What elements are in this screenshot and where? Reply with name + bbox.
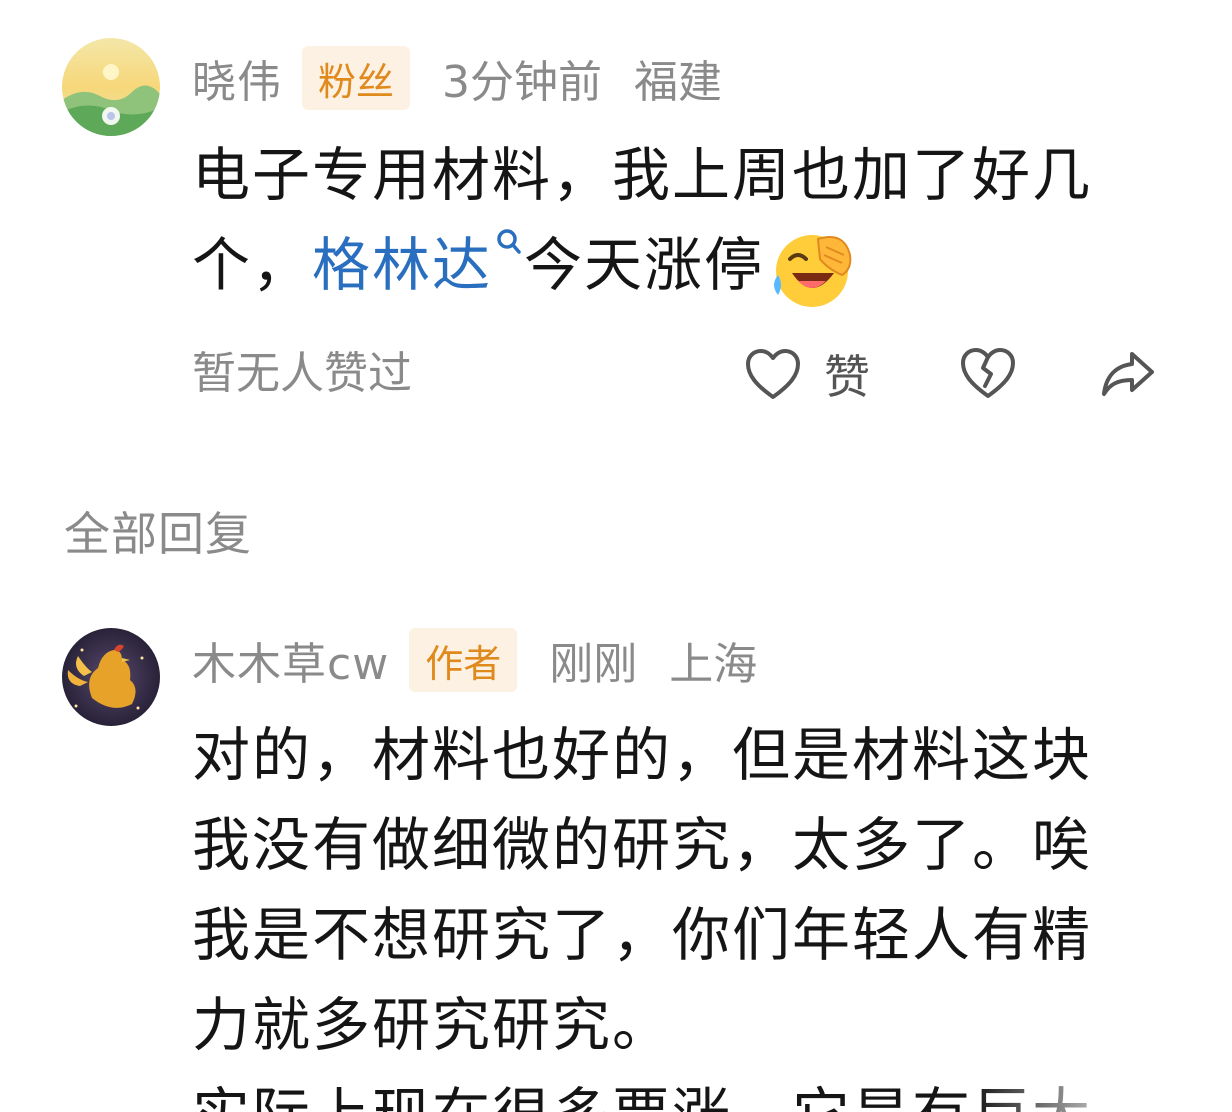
share-button[interactable] (1098, 344, 1158, 404)
reply-line: 我是不想研究了，你们年轻人有精 (192, 901, 1093, 969)
comment-line-2: 个，格林达 今天涨停 (192, 220, 1152, 313)
stock-link[interactable]: 格林达 (312, 231, 492, 299)
comment-line-2-suffix: 今天涨停 (524, 231, 765, 299)
like-label: 赞 (824, 350, 870, 404)
avatar[interactable] (62, 38, 160, 136)
comment-line-1: 电子专用材料，我上周也加了好几 (192, 141, 1093, 209)
text-fade-overlay (972, 1040, 1232, 1112)
dislike-button[interactable] (958, 344, 1018, 404)
comment-username[interactable]: 晓伟 (192, 46, 282, 110)
broken-heart-icon (961, 348, 1015, 398)
all-replies-title: 全部回复 (64, 507, 252, 561)
share-arrow-icon (1102, 352, 1154, 396)
no-likes-text: 暂无人赞过 (192, 348, 412, 399)
search-icon[interactable] (494, 225, 524, 265)
author-badge: 作者 (409, 628, 518, 692)
landscape-avatar-image (62, 38, 160, 136)
reply-username[interactable]: 木木草cw (192, 628, 389, 692)
comment-actions: 暂无人赞过 赞 (192, 344, 1162, 404)
reply-location: 上海 (669, 639, 758, 690)
comment-line-2-prefix: 个， (192, 231, 313, 299)
reply-avatar[interactable] (62, 628, 160, 726)
rooster-avatar-image (62, 628, 160, 726)
comment-location: 福建 (634, 57, 723, 108)
fan-badge: 粉丝 (302, 46, 411, 110)
reply-header: 木木草cw 作者 刚刚 上海 (192, 628, 757, 692)
comment-time: 3分钟前 (442, 57, 603, 108)
comment-header: 晓伟 粉丝 3分钟前 福建 (192, 46, 722, 110)
reply-line: 我没有做细微的研究，太多了。唉 (192, 811, 1093, 879)
comment-text: 电子专用材料，我上周也加了好几 个，格林达 今天涨停 (192, 130, 1152, 313)
like-button[interactable]: 赞 (744, 344, 870, 404)
heart-icon (746, 349, 800, 399)
reply-time: 刚刚 (549, 639, 638, 690)
laughing-emoji-icon (774, 234, 852, 307)
reply-line: 对的，材料也好的，但是材料这块 (192, 721, 1093, 789)
